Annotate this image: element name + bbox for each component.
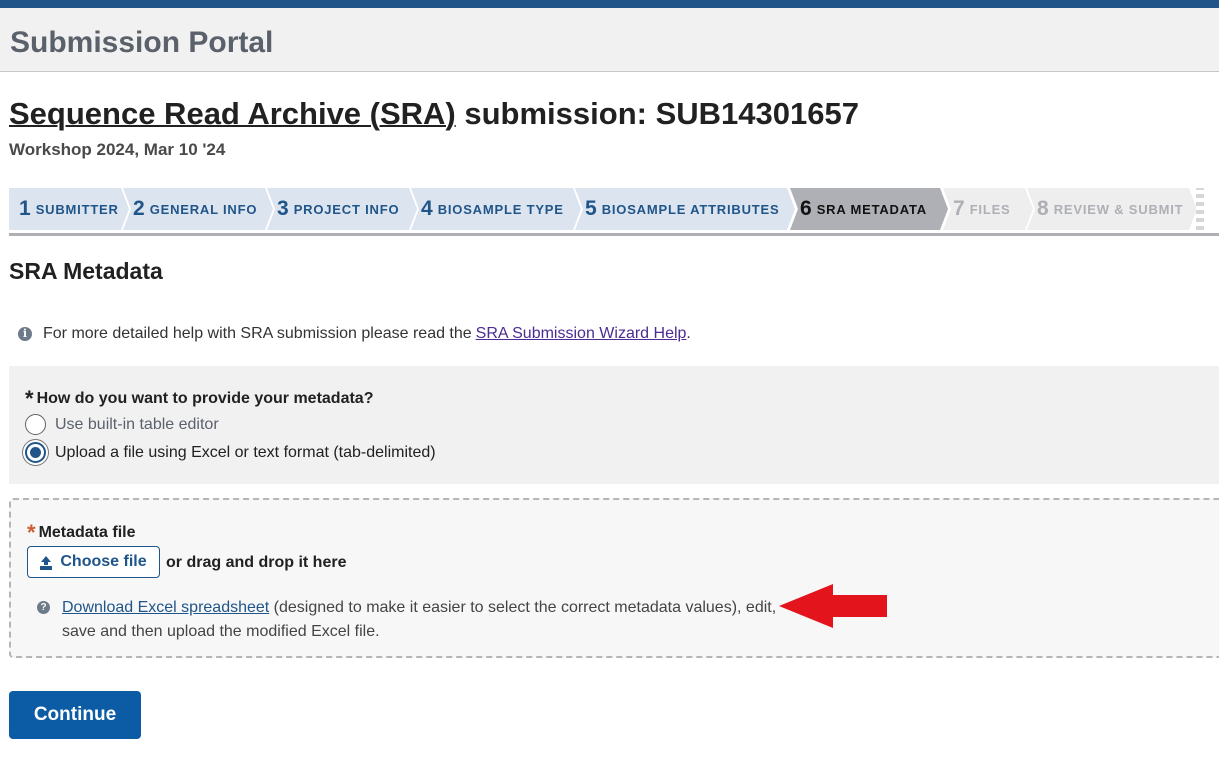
choose-file-label: Choose file [60,553,147,570]
wizard-step-general-info[interactable]: 2 GENERAL INFO [123,188,273,230]
question-circle-icon: ? [37,601,50,614]
required-mark: * [27,520,36,545]
step-number: 5 [585,197,597,220]
step-label: BIOSAMPLE TYPE [437,201,564,217]
continue-button[interactable]: Continue [9,691,141,739]
drag-drop-text: or drag and drop it here [166,554,347,571]
wizard-step-review-submit: 8 REVIEW & SUBMIT [1027,188,1197,230]
wizard-step-biosample-type[interactable]: 4 BIOSAMPLE TYPE [411,188,581,230]
submission-subtitle: Workshop 2024, Mar 10 '24 [9,140,226,159]
metadata-method-panel: * How do you want to provide your metadat… [9,366,1219,484]
portal-header: Submission Portal [0,8,1219,72]
info-circle-icon: i [18,327,32,341]
step-label: BIOSAMPLE ATTRIBUTES [601,201,780,217]
step-number: 2 [133,197,145,220]
step-number: 4 [421,197,433,220]
option-upload-file[interactable]: Upload a file using Excel or text format… [25,442,436,463]
step-number: 7 [953,197,965,220]
wizard-step-submitter[interactable]: 1 SUBMITTER [9,188,129,230]
metadata-file-label: * Metadata file [27,520,135,546]
portal-title[interactable]: Submission Portal [10,26,273,60]
help-notice: i For more detailed help with SRA submis… [18,325,691,343]
wizard-help-link[interactable]: SRA Submission Wizard Help [476,325,687,343]
metadata-file-dropzone[interactable]: * Metadata file Choose file or drag and d… [9,498,1219,658]
required-mark: * [25,386,34,411]
step-label: SUBMITTER [35,201,119,217]
sra-link[interactable]: Sequence Read Archive (SRA) [9,96,456,131]
metadata-question: * How do you want to provide your metadat… [25,386,373,412]
upload-icon [40,555,52,569]
metadata-question-text: How do you want to provide your metadata… [36,390,374,407]
radio-upload-file[interactable] [25,442,46,463]
red-arrow-annotation [779,584,887,628]
wizard-underline [9,233,1219,236]
step-label: PROJECT INFO [293,201,400,217]
wizard-step-sra-metadata[interactable]: 6 SRA METADATA [790,188,948,230]
download-spreadsheet-link[interactable]: Download Excel spreadsheet [62,599,269,616]
help-text: For more detailed help with SRA submissi… [43,325,472,342]
metadata-file-label-text: Metadata file [38,524,136,541]
arrow-shape [779,584,887,628]
option-label: Use built-in table editor [55,415,219,433]
wizard-step-biosample-attributes[interactable]: 5 BIOSAMPLE ATTRIBUTES [575,188,795,230]
option-table-editor[interactable]: Use built-in table editor [25,414,219,435]
step-label: REVIEW & SUBMIT [1053,201,1184,217]
step-number: 6 [800,197,812,220]
submission-id: submission: SUB14301657 [455,96,859,131]
step-label: GENERAL INFO [149,201,258,217]
help-suffix: . [686,325,691,342]
step-label: FILES [969,201,1011,217]
top-brand-stripe [0,0,1219,8]
choose-file-button[interactable]: Choose file [27,546,160,578]
download-help-text: Download Excel spreadsheet (designed to … [37,596,797,644]
wizard-step-files: 7 FILES [943,188,1033,230]
step-number: 1 [19,197,31,220]
wizard-steps: 1 SUBMITTER 2 GENERAL INFO 3 PROJECT INF… [9,188,1219,230]
wizard-steps-end [1196,188,1204,230]
step-label: SRA METADATA [816,201,927,217]
step-number: 8 [1037,197,1049,220]
radio-table-editor[interactable] [25,414,46,435]
step-number: 3 [277,197,289,220]
section-title: SRA Metadata [9,258,163,284]
wizard-step-project-info[interactable]: 3 PROJECT INFO [267,188,417,230]
page-title: Sequence Read Archive (SRA) submission: … [9,96,859,132]
download-help: ? Download Excel spreadsheet (designed t… [37,596,797,644]
option-label: Upload a file using Excel or text format… [55,443,436,461]
